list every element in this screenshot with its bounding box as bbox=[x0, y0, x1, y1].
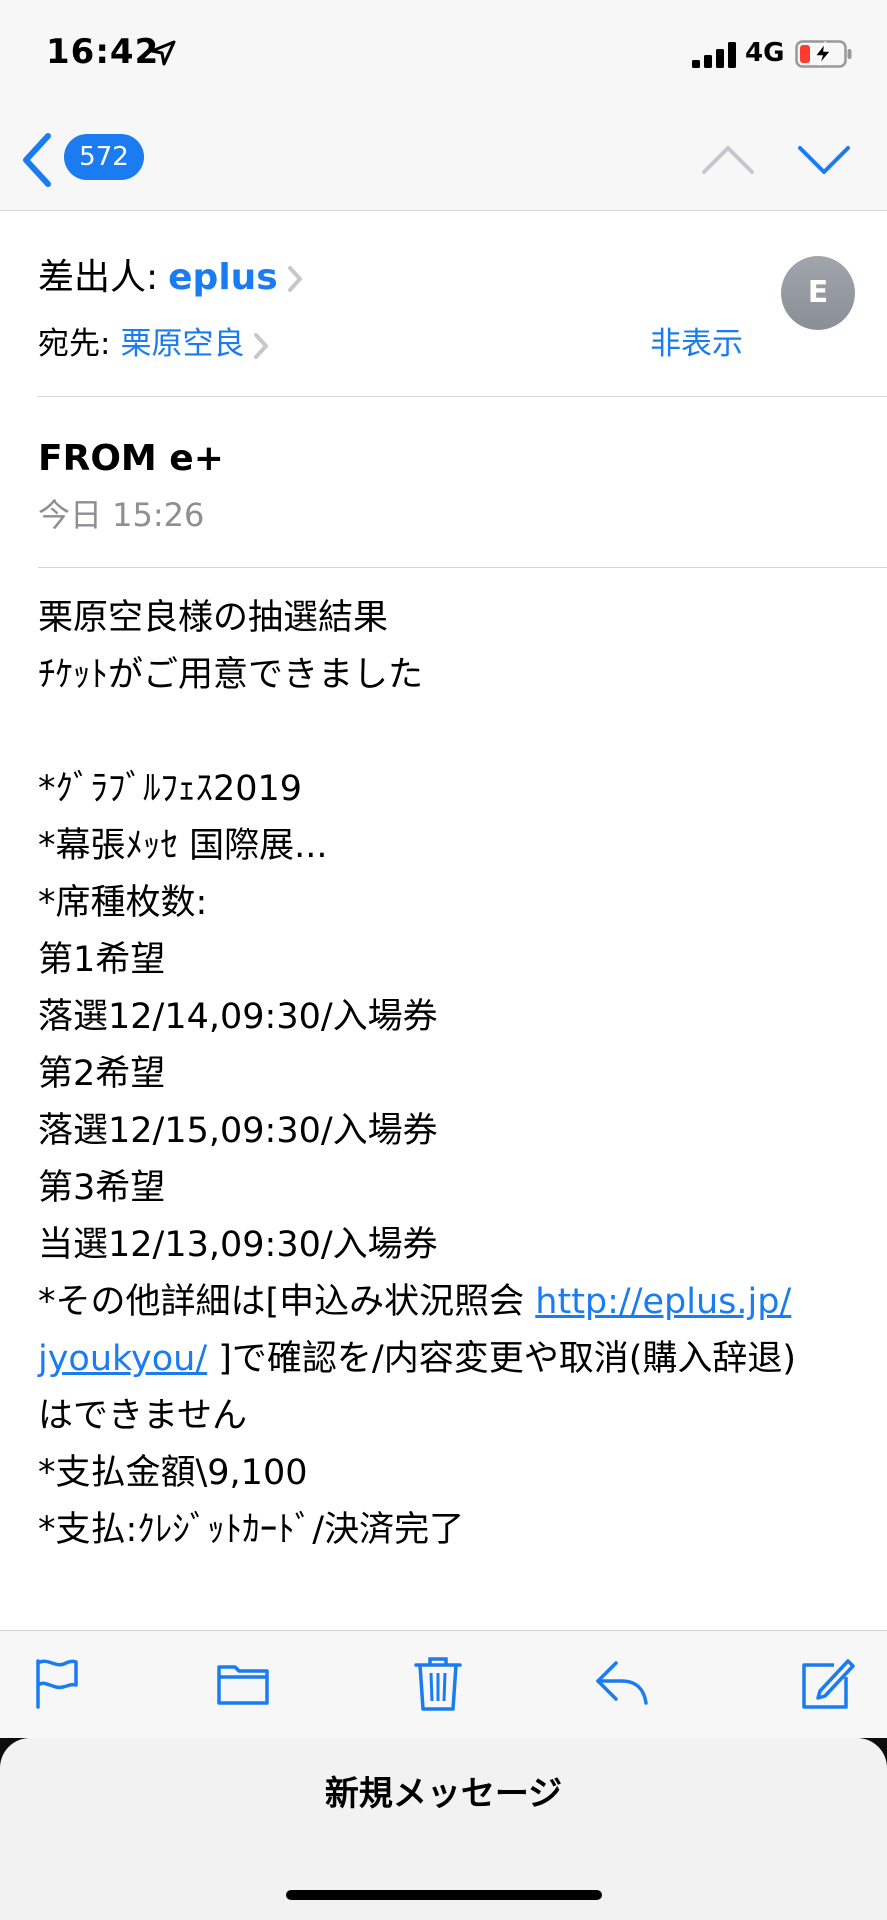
body-line: *支払金額\9,100 bbox=[38, 1453, 308, 1493]
header-divider bbox=[38, 396, 887, 397]
message-body: 栗原空良様の抽選結果 ﾁｹｯﾄがご用意できました *ｸﾞﾗﾌﾞﾙﾌｪｽ2019 … bbox=[38, 590, 858, 1559]
flag-icon[interactable] bbox=[30, 1655, 86, 1711]
body-line: 第1希望 bbox=[38, 940, 166, 980]
sender-row[interactable]: 差出人: eplus bbox=[38, 248, 304, 300]
body-text-segment: *その他詳細は[申込み状況照会 bbox=[38, 1282, 536, 1322]
body-line: *支払:ｸﾚｼﾞｯﾄｶｰﾄﾞ/決済完了 bbox=[38, 1510, 465, 1550]
message-subject: FROM e+ bbox=[38, 438, 224, 479]
body-line: ﾁｹｯﾄがご用意できました bbox=[38, 655, 424, 695]
body-line-with-link: *その他詳細は[申込み状況照会 http://eplus.jp/ bbox=[38, 1274, 858, 1331]
body-line-with-link: jyoukyou/ ]で確認を/内容変更や取消(購入辞退) bbox=[38, 1331, 858, 1388]
recipient-row[interactable]: 宛先: 栗原空良 bbox=[38, 318, 270, 363]
recipient-label: 宛先: bbox=[38, 326, 111, 362]
status-inquiry-link[interactable]: http://eplus.jp/ bbox=[535, 1282, 791, 1322]
trash-icon[interactable] bbox=[410, 1655, 466, 1711]
message-toolbar bbox=[0, 1630, 887, 1739]
recipient-name[interactable]: 栗原空良 bbox=[120, 326, 244, 362]
body-line: 当選12/13,09:30/入場券 bbox=[38, 1225, 438, 1265]
sender-name[interactable]: eplus bbox=[168, 257, 278, 298]
body-line: *ｸﾞﾗﾌﾞﾙﾌｪｽ2019 bbox=[38, 769, 303, 809]
chevron-right-icon bbox=[287, 266, 302, 292]
unread-count-badge[interactable]: 572 bbox=[64, 134, 144, 180]
back-chevron-icon[interactable] bbox=[18, 132, 54, 188]
body-line: 第2希望 bbox=[38, 1054, 166, 1094]
location-arrow-icon bbox=[150, 40, 176, 66]
status-inquiry-link-cont[interactable]: jyoukyou/ bbox=[38, 1339, 207, 1379]
battery-charging-icon bbox=[795, 40, 852, 68]
body-line: 栗原空良様の抽選結果 bbox=[38, 598, 389, 638]
sender-label: 差出人: bbox=[38, 257, 159, 298]
hide-details-link[interactable]: 非表示 bbox=[650, 318, 743, 363]
subject-divider bbox=[38, 567, 887, 568]
body-line: はできません bbox=[38, 1396, 247, 1436]
previous-message-arrow-icon[interactable] bbox=[700, 142, 756, 176]
cellular-signal-icon bbox=[692, 42, 736, 68]
message-date: 今日 15:26 bbox=[38, 496, 205, 534]
new-message-title[interactable]: 新規メッセージ bbox=[0, 1766, 887, 1815]
body-text-segment: ]で確認を/内容変更や取消(購入辞退) bbox=[207, 1339, 797, 1379]
chevron-right-icon bbox=[254, 332, 269, 359]
next-message-arrow-icon[interactable] bbox=[796, 142, 852, 176]
network-type: 4G bbox=[745, 38, 785, 68]
home-indicator[interactable] bbox=[286, 1890, 602, 1900]
body-line: 第3希望 bbox=[38, 1168, 166, 1208]
body-line: *幕張ﾒｯｾ 国際展... bbox=[38, 826, 328, 866]
status-time: 16:42 bbox=[46, 32, 160, 72]
folder-icon[interactable] bbox=[215, 1655, 271, 1711]
body-line: 落選12/15,09:30/入場券 bbox=[38, 1111, 438, 1151]
sender-avatar[interactable]: E bbox=[781, 256, 855, 330]
status-bar: 16:42 4G bbox=[0, 0, 887, 110]
body-line: *席種枚数: bbox=[38, 883, 208, 923]
compose-icon[interactable] bbox=[800, 1655, 856, 1711]
body-line bbox=[38, 704, 858, 761]
navigation-bar: 572 bbox=[0, 110, 887, 211]
reply-icon[interactable] bbox=[594, 1655, 650, 1711]
body-line: 落選12/14,09:30/入場券 bbox=[38, 997, 438, 1037]
